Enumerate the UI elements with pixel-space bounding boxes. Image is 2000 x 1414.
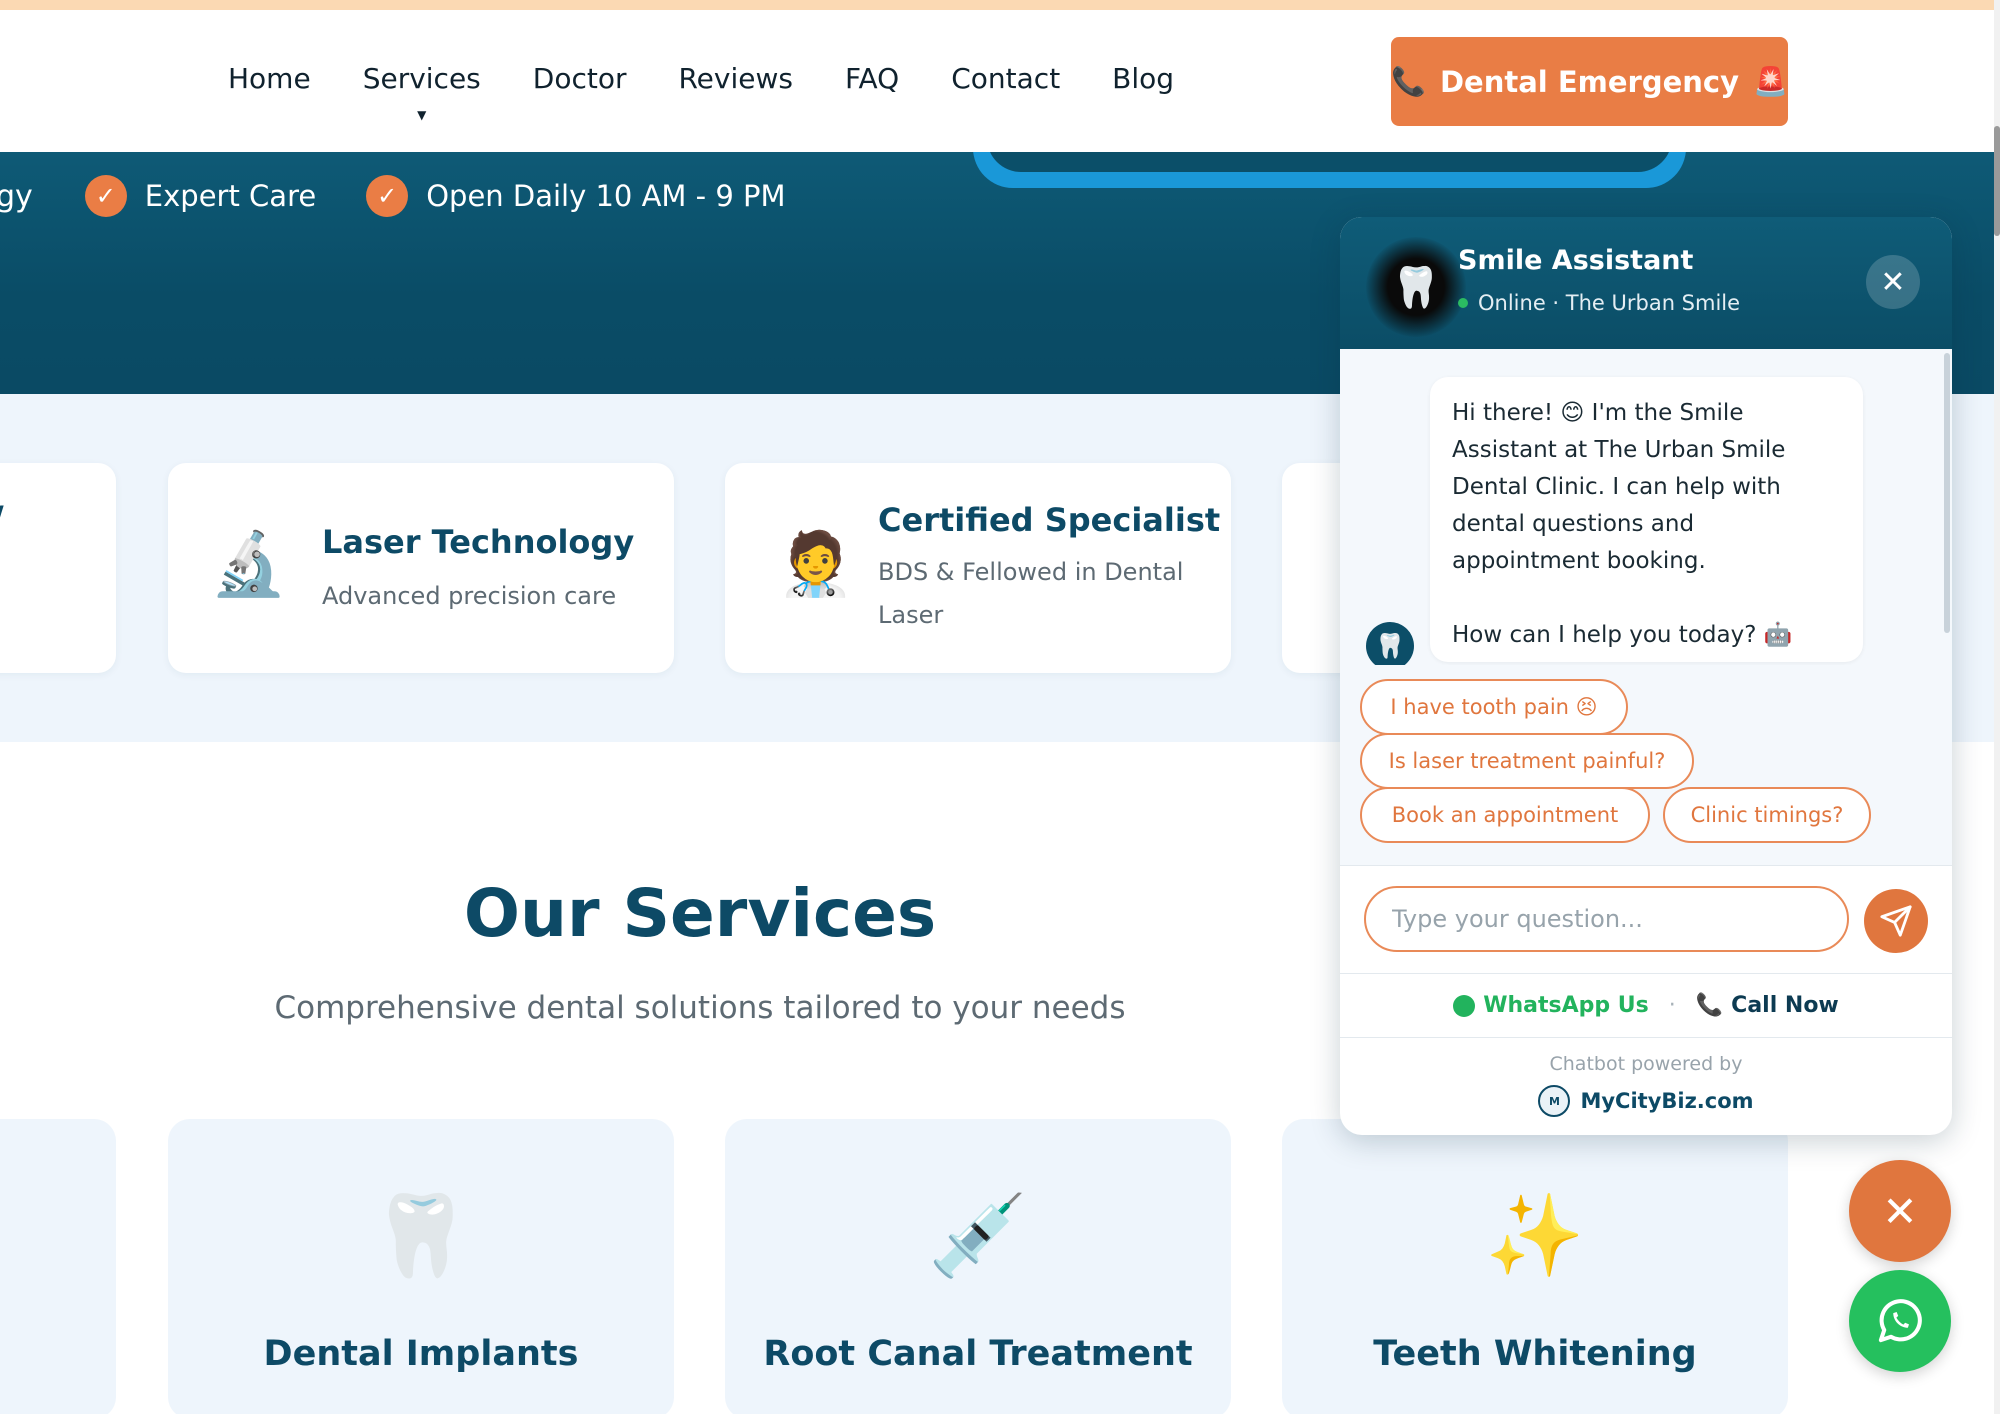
main-nav: Home Services ▼ Doctor Reviews FAQ Contac… <box>228 62 1174 122</box>
microscope-icon: 🔬 <box>210 527 288 600</box>
chat-input-row <box>1340 865 1952 974</box>
whatsapp-icon <box>1878 1299 1922 1343</box>
chat-scrollbar[interactable] <box>1944 353 1950 633</box>
bot-message-text: Hi there! 😊 I'm the Smile Assistant at T… <box>1452 400 1786 574</box>
service-title: Root Canal Treatment <box>763 1334 1193 1374</box>
mycitybiz-logo-icon: M <box>1538 1085 1571 1117</box>
site-header: Home Services ▼ Doctor Reviews FAQ Contac… <box>0 10 1994 152</box>
dental-emergency-button[interactable]: 📞 Dental Emergency 🚨 <box>1391 37 1788 126</box>
feature-card-partial: / <box>0 463 116 673</box>
caret-down-icon: ▼ <box>417 108 427 122</box>
feature-title: Laser Technology <box>322 523 635 561</box>
service-card-partial[interactable] <box>0 1119 116 1414</box>
quick-reply-laser-pain[interactable]: Is laser treatment painful? <box>1360 733 1694 789</box>
nav-contact[interactable]: Contact <box>951 62 1060 95</box>
service-title: Dental Implants <box>263 1334 579 1374</box>
nav-services[interactable]: Services ▼ <box>362 62 481 122</box>
doctor-icon: 🧑‍⚕️ <box>777 527 855 600</box>
bot-message: Hi there! 😊 I'm the Smile Assistant at T… <box>1430 377 1863 662</box>
badge-expert-care: ✓ Expert Care <box>84 175 317 217</box>
chat-question-input[interactable] <box>1364 886 1849 952</box>
page-scrollbar[interactable] <box>1994 0 2000 1414</box>
feature-title: Certified Specialist <box>878 501 1221 539</box>
nav-home[interactable]: Home <box>228 62 311 95</box>
chat-contact-links: WhatsApp Us · 📞 Call Now <box>1340 974 1952 1038</box>
service-card-whitening[interactable]: ✨ Teeth Whitening <box>1282 1119 1788 1414</box>
services-subtitle: Comprehensive dental solutions tailored … <box>274 990 1126 1026</box>
brand-name: MyCityBiz.com <box>1580 1089 1754 1113</box>
feature-partial-title: / <box>0 499 4 537</box>
quick-reply-timings[interactable]: Clinic timings? <box>1663 787 1871 843</box>
link-separator: · <box>1668 993 1676 1018</box>
dental-emergency-label: Dental Emergency <box>1439 64 1740 99</box>
contact-info-pill: ☎ · 📍 · ✉ <box>973 152 1686 188</box>
nav-doctor[interactable]: Doctor <box>533 62 627 95</box>
whatsapp-link[interactable]: WhatsApp Us <box>1453 993 1649 1018</box>
service-card-implants[interactable]: 🦷 Dental Implants <box>168 1119 674 1414</box>
feature-card-specialist: 🧑‍⚕️ Certified Specialist BDS & Fellowed… <box>725 463 1231 673</box>
services-title: Our Services <box>463 875 937 952</box>
whatsapp-float-button[interactable] <box>1849 1270 1951 1372</box>
chat-close-button[interactable]: ✕ <box>1866 255 1920 309</box>
service-card-root-canal[interactable]: 💉 Root Canal Treatment <box>725 1119 1231 1414</box>
service-title: Teeth Whitening <box>1373 1334 1697 1374</box>
chat-status: Online · The Urban Smile <box>1458 291 1740 315</box>
badge-label: Open Daily 10 AM - 9 PM <box>426 179 786 213</box>
call-now-link[interactable]: 📞 Call Now <box>1696 993 1839 1018</box>
powered-by-text: Chatbot powered by <box>1549 1053 1743 1075</box>
whatsapp-icon <box>1453 994 1476 1017</box>
nav-reviews[interactable]: Reviews <box>678 62 793 95</box>
nav-blog[interactable]: Blog <box>1112 62 1174 95</box>
feature-card-laser: 🔬 Laser Technology Advanced precision ca… <box>168 463 674 673</box>
tooth-icon: 🦷 <box>371 1189 471 1282</box>
feature-desc: Advanced precision care <box>322 582 617 610</box>
chat-title: Smile Assistant <box>1458 245 1694 276</box>
phone-icon: 📞 <box>1695 993 1724 1018</box>
send-button[interactable] <box>1864 889 1928 953</box>
quick-replies: I have tooth pain 😣 Is laser treatment p… <box>1340 665 1952 865</box>
chat-toggle-close-button[interactable]: ✕ <box>1849 1160 1951 1262</box>
tooth-avatar-icon: 🦷 <box>1366 237 1466 337</box>
siren-icon: 🚨 <box>1753 65 1788 98</box>
syringe-icon: 💉 <box>928 1189 1028 1282</box>
chat-messages[interactable]: Hi there! 😊 I'm the Smile Assistant at T… <box>1340 349 1952 670</box>
feature-desc: BDS & Fellowed in Dental Laser <box>878 558 1184 629</box>
brand-link[interactable]: M MyCityBiz.com <box>1340 1085 1952 1117</box>
badge-partial-text: gy <box>0 178 33 214</box>
badge-label: Expert Care <box>144 179 317 213</box>
quick-reply-book[interactable]: Book an appointment <box>1360 787 1650 843</box>
sparkles-icon: ✨ <box>1485 1189 1585 1282</box>
badge-open-daily: ✓ Open Daily 10 AM - 9 PM <box>366 175 786 217</box>
chat-widget: 🦷 Smile Assistant Online · The Urban Smi… <box>1340 217 1952 1135</box>
nav-services-label: Services <box>362 62 481 95</box>
check-icon: ✓ <box>366 175 409 217</box>
top-announcement-strip <box>0 0 2000 10</box>
whatsapp-label: WhatsApp Us <box>1483 993 1649 1018</box>
bot-tooth-icon: 🦷 <box>1366 622 1414 670</box>
send-icon <box>1880 905 1912 937</box>
online-dot-icon <box>1458 298 1468 308</box>
quick-reply-tooth-pain[interactable]: I have tooth pain 😣 <box>1360 679 1628 735</box>
chat-header: 🦷 Smile Assistant Online · The Urban Smi… <box>1340 217 1952 349</box>
call-now-label: Call Now <box>1731 993 1839 1018</box>
check-icon: ✓ <box>84 175 127 217</box>
bot-message-question: How can I help you today? 🤖 <box>1452 622 1793 648</box>
trust-badges: gy ✓ Expert Care ✓ Open Daily 10 AM - 9 … <box>0 172 836 220</box>
page-scrollbar-thumb[interactable] <box>1994 126 2000 236</box>
nav-faq[interactable]: FAQ <box>845 62 899 95</box>
chat-status-text: Online · The Urban Smile <box>1478 291 1741 315</box>
phone-icon: 📞 <box>1391 65 1426 98</box>
